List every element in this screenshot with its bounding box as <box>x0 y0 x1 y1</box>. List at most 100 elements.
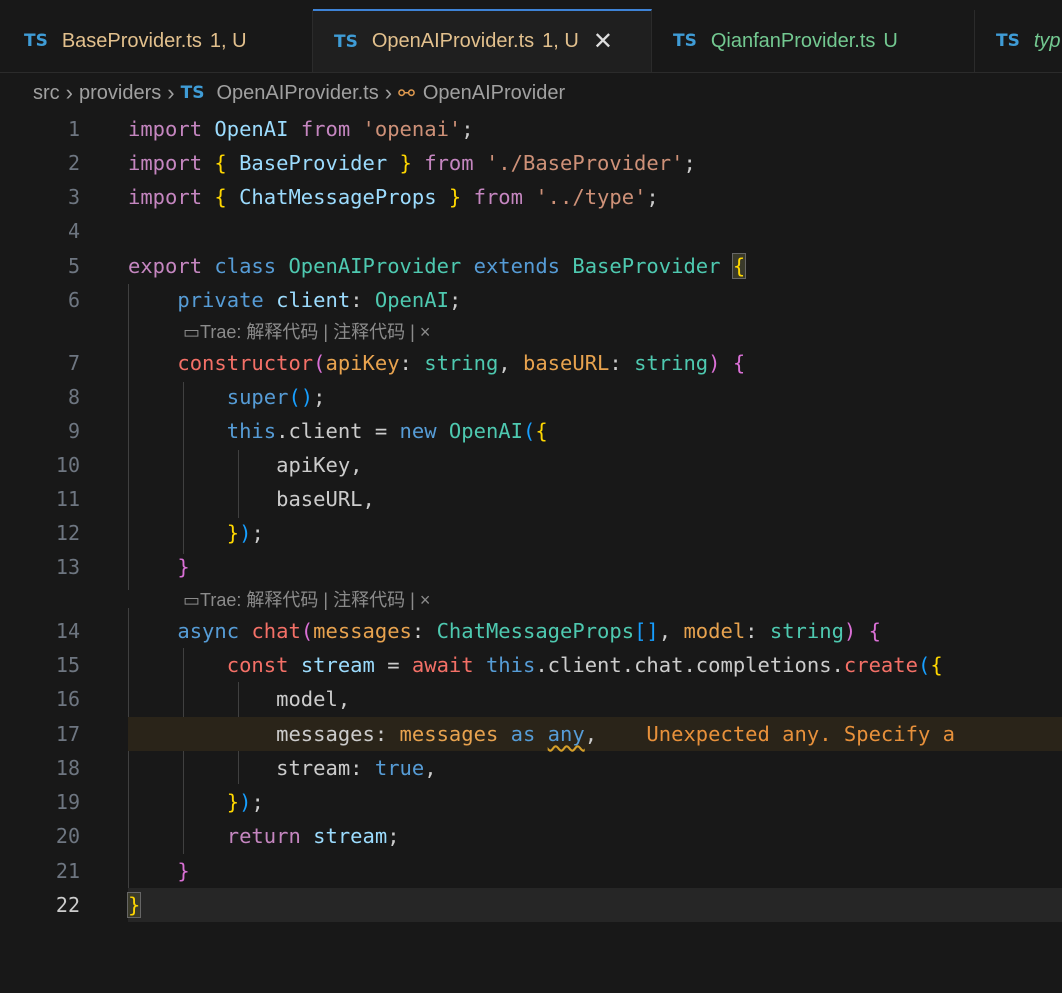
breadcrumb: src › providers › TS OpenAIProvider.ts ›… <box>33 79 565 107</box>
line-number: 2 <box>67 151 80 175</box>
tab-status: 1, U <box>542 30 579 52</box>
token: OpenAI <box>448 419 523 443</box>
code-line: 12 }); <box>0 516 1062 550</box>
code-line: 3 import { ChatMessageProps } from '../t… <box>0 180 1062 214</box>
code-line: 8 super(); <box>0 380 1062 414</box>
code-line: 15 const stream = await this.client.chat… <box>0 648 1062 682</box>
line-number: 20 <box>55 824 80 848</box>
close-icon[interactable]: × <box>420 322 431 342</box>
token: extends <box>473 254 561 278</box>
line-number: 16 <box>55 687 80 711</box>
token: any <box>547 722 585 746</box>
line-number: 18 <box>55 756 80 780</box>
token: client <box>276 288 351 312</box>
token: , <box>424 756 437 780</box>
breadcrumb-providers[interactable]: providers <box>79 82 161 105</box>
token: messages <box>276 722 375 746</box>
token: constructor <box>177 351 314 375</box>
token: BaseProvider <box>239 151 388 175</box>
token: ; <box>313 385 326 409</box>
token: return <box>226 824 301 848</box>
lens-explain-code[interactable]: 解释代码 <box>246 590 318 610</box>
token: } <box>448 185 462 209</box>
token: , <box>498 351 511 375</box>
token: './BaseProvider' <box>485 151 684 175</box>
tab-type[interactable]: TS typ <box>975 10 1062 72</box>
line-number: 15 <box>55 653 80 677</box>
token: stream <box>276 756 351 780</box>
token: [] <box>634 619 659 643</box>
line-number: 17 <box>55 722 80 746</box>
token: } <box>226 790 240 814</box>
breadcrumb-symbol[interactable]: OpenAIProvider <box>423 82 565 105</box>
code-line: 22 } <box>0 888 1062 922</box>
breadcrumb-src[interactable]: src <box>33 82 60 105</box>
lens-explain-code[interactable]: 解释代码 <box>246 322 318 342</box>
token: .client.chat.completions. <box>535 653 844 677</box>
code-line: 4 <box>0 214 1062 248</box>
tab-baseprovider[interactable]: TS BaseProvider.ts 1, U <box>0 10 313 72</box>
token: { <box>731 253 747 279</box>
token: model <box>683 619 746 643</box>
tab-label: typ <box>1033 29 1061 52</box>
token: = <box>387 653 400 677</box>
token: stream <box>300 653 375 677</box>
line-number: 3 <box>67 185 80 209</box>
lens-comment-code[interactable]: 注释代码 <box>333 590 405 610</box>
token: true <box>374 756 425 780</box>
token: { <box>868 619 881 643</box>
token: create <box>843 653 918 677</box>
line-number: 9 <box>67 419 80 443</box>
typescript-icon: TS <box>24 31 48 51</box>
token: async <box>177 619 240 643</box>
code-line: 14 async chat(messages: ChatMessageProps… <box>0 614 1062 648</box>
token: ChatMessageProps <box>436 619 635 643</box>
tab-qianfanprovider[interactable]: TS QianfanProvider.ts U <box>652 10 975 72</box>
token: ; <box>646 185 659 209</box>
token: as <box>510 722 536 746</box>
lens-prefix: Trae: <box>200 322 242 342</box>
token: super <box>226 385 289 409</box>
tab-status: 1, U <box>209 29 247 52</box>
line-number: 7 <box>67 351 80 375</box>
close-icon[interactable]: ✕ <box>593 27 613 56</box>
line-number: 10 <box>55 453 80 477</box>
chevron-right-icon: › <box>384 80 393 105</box>
token: stream <box>313 824 388 848</box>
token: from <box>300 117 351 141</box>
code-line: 1 import OpenAI from 'openai'; <box>0 112 1062 146</box>
token: : <box>350 756 363 780</box>
token: ( <box>300 619 314 643</box>
token: const <box>226 653 289 677</box>
code-line: 9 this.client = new OpenAI({ <box>0 414 1062 448</box>
lens-separator: | <box>323 322 329 342</box>
token: ; <box>448 288 462 312</box>
token: string <box>769 619 844 643</box>
token: ( <box>313 351 326 375</box>
token: } <box>399 151 412 175</box>
token: OpenAI <box>374 288 449 312</box>
codelens: ▭Trae: 解释代码 | 注释代码 | × <box>183 586 430 614</box>
token: .client = <box>276 419 400 443</box>
line-number: 13 <box>55 555 80 579</box>
line-number: 11 <box>55 487 80 511</box>
token: import <box>128 185 203 209</box>
close-icon[interactable]: × <box>420 590 431 610</box>
token: messages <box>313 619 412 643</box>
line-number: 22 <box>55 893 80 917</box>
token: ; <box>683 151 696 175</box>
token: ) <box>843 619 857 643</box>
codelens: ▭Trae: 解释代码 | 注释代码 | × <box>183 318 430 346</box>
token: } <box>177 555 190 579</box>
line-number: 14 <box>55 619 80 643</box>
tab-openaiprovider[interactable]: TS OpenAIProvider.ts 1, U ✕ <box>313 9 652 72</box>
token: { <box>930 653 943 677</box>
line-number: 8 <box>67 385 80 409</box>
lens-comment-code[interactable]: 注释代码 <box>333 322 405 342</box>
line-number: 21 <box>55 859 80 883</box>
token: : <box>411 619 425 643</box>
line-number: 5 <box>67 254 80 278</box>
token: { <box>535 419 548 443</box>
breadcrumb-file[interactable]: OpenAIProvider.ts <box>216 82 378 105</box>
code-editor[interactable]: 1 import OpenAI from 'openai'; 2 import … <box>0 112 1062 993</box>
